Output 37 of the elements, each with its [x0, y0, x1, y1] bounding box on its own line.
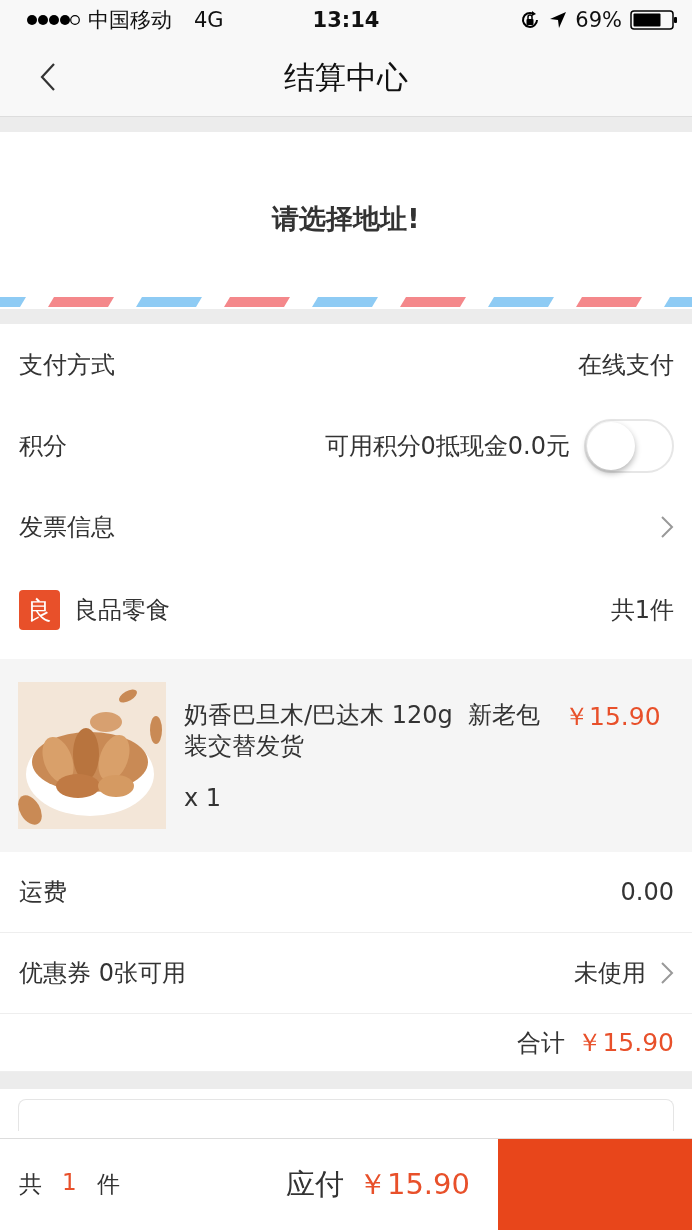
row-value: 0.00	[620, 878, 674, 906]
row-label: 支付方式	[19, 349, 116, 381]
product-quantity: x 1	[184, 784, 223, 812]
chevron-right-icon	[660, 514, 674, 539]
row-value: 在线支付	[578, 349, 674, 381]
product-card[interactable]: 奶香巴旦木/巴达木 120g 新老包装交替发货 x 1 ￥15.90	[0, 659, 692, 852]
battery-percent: 69%	[575, 8, 622, 32]
submit-order-button[interactable]	[498, 1138, 692, 1230]
signal-icon	[26, 14, 80, 26]
clock-time: 13:14	[312, 8, 380, 32]
row-value: 可用积分0抵现金0.0元	[324, 430, 570, 462]
count-suffix: 件	[96, 1170, 120, 1199]
product-price: ￥15.90	[564, 701, 661, 733]
row-label: 运费	[19, 877, 68, 908]
total-amount: ￥15.90	[577, 1027, 674, 1059]
address-prompt[interactable]: 请选择地址!	[272, 200, 420, 237]
network-type: 4G	[194, 8, 224, 32]
shop-name: 良品零食	[74, 595, 171, 626]
location-arrow-icon	[549, 11, 568, 29]
chevron-right-icon	[660, 961, 674, 985]
row-value: 未使用	[574, 958, 646, 989]
points-toggle[interactable]	[584, 418, 674, 473]
amount-due: ￥15.90	[357, 1165, 470, 1203]
count-prefix: 共	[19, 1170, 42, 1199]
product-title: 奶香巴旦木/巴达木 120g 新老包装交替发货	[184, 700, 541, 762]
carrier-name: 中国移动	[88, 7, 172, 34]
message-field[interactable]	[18, 1099, 674, 1131]
page-title: 结算中心	[284, 58, 408, 97]
row-label[interactable]: 优惠券 0张可用	[19, 957, 560, 989]
back-icon	[40, 62, 56, 92]
battery-icon	[630, 10, 678, 30]
shop-badge: 良	[19, 590, 60, 630]
item-count: 共1件	[610, 595, 674, 626]
order-count: 1	[62, 1169, 77, 1197]
row-label: 积分	[19, 430, 68, 462]
amount-due-label: 应付	[285, 1165, 344, 1203]
total-label: 合计	[517, 1027, 566, 1059]
